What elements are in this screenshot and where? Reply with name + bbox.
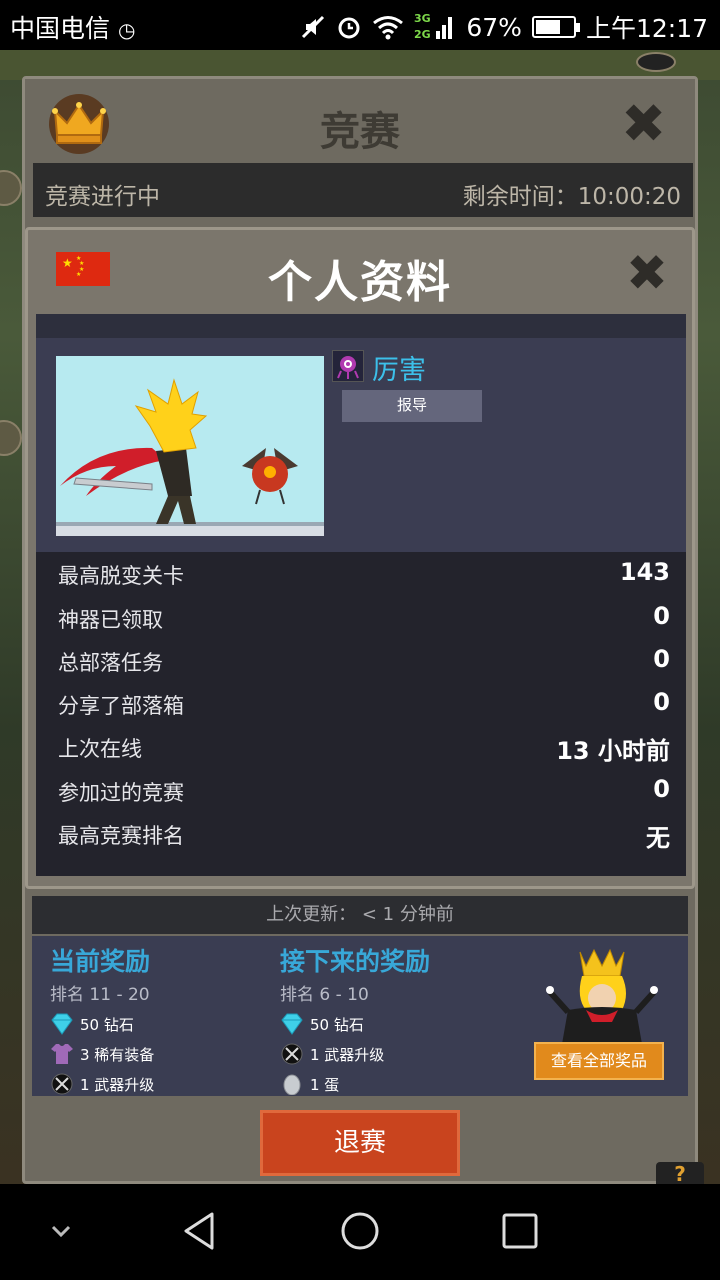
status-bar-right: 3G 2G 67% 上午12:17 <box>300 9 708 45</box>
competition-title: 竞赛 <box>320 109 400 155</box>
background-round-button <box>636 52 676 72</box>
battery-icon <box>531 16 580 38</box>
current-rewards: 当前奖励 排名 11 - 20 50 钻石 3 稀有装备 1 武器升级 <box>50 942 154 1095</box>
alarm-clock-small-icon: ◷ <box>117 18 136 42</box>
stat-value: 0 <box>653 645 670 673</box>
profile-content: 厉害 报导 最高脱变关卡 143 神器已领取 0 总部落任务 0 分享了部落箱 0 上次在线 13… <box>36 314 686 876</box>
diamond-icon <box>50 1013 74 1035</box>
profile-header-area: 厉害 报导 <box>36 338 686 552</box>
stat-value: 143 <box>619 558 670 586</box>
weapon-upgrade-icon <box>50 1073 74 1095</box>
reward-item: 1 蛋 <box>280 1073 430 1095</box>
profile-modal: ★ ★ ★ ★ ★ 个人资料 ✖ 厉害 报导 最高脱变关卡 143 神器已领取 … <box>25 227 695 889</box>
player-portrait <box>56 356 324 536</box>
help-button[interactable]: ? <box>656 1162 704 1186</box>
reward-item: 3 稀有装备 <box>50 1043 154 1065</box>
stat-row: 上次在线 13 小时前 <box>58 727 670 767</box>
reward-item: 50 钻石 <box>280 1013 430 1035</box>
battery-fill <box>535 20 561 34</box>
stat-value: 0 <box>653 688 670 716</box>
hide-keyboard-chevron-icon[interactable] <box>36 1206 86 1256</box>
competition-status-bar: 竞赛进行中 剩余时间：10:00:20 <box>33 163 693 217</box>
rewards-panel: 当前奖励 排名 11 - 20 50 钻石 3 稀有装备 1 武器升级 接下来的奖励… <box>32 936 688 1096</box>
reward-item-text: 3 稀有装备 <box>80 1045 155 1064</box>
reward-item-text: 50 钻石 <box>310 1015 364 1034</box>
back-icon[interactable] <box>176 1206 226 1256</box>
last-update-text: 上次更新： < 1 分钟前 <box>32 896 688 934</box>
current-rewards-title: 当前奖励 <box>50 947 151 976</box>
mascot-king-icon <box>546 948 658 1044</box>
stat-row: 最高脱变关卡 143 <box>58 554 670 594</box>
next-rewards-title: 接下来的奖励 <box>280 947 431 976</box>
current-rewards-items: 50 钻石 3 稀有装备 1 武器升级 <box>50 1013 154 1095</box>
profile-close-icon[interactable]: ✖ <box>626 248 668 298</box>
current-rewards-rank: 排名 11 - 20 <box>50 985 150 1005</box>
signal-icon: 3G 2G <box>414 12 453 41</box>
reward-item: 1 武器升级 <box>50 1073 154 1095</box>
reward-item: 1 武器升级 <box>280 1043 430 1065</box>
svg-text:2G: 2G <box>414 28 431 41</box>
remaining-time-label: 剩余时间： <box>462 184 578 210</box>
weapon-upgrade-icon <box>280 1043 304 1065</box>
carrier-label: 中国电信 <box>10 14 111 43</box>
stat-row: 分享了部落箱 0 <box>58 684 670 724</box>
stat-label: 最高竞赛排名 <box>58 824 184 848</box>
competition-status-label: 竞赛进行中 <box>45 184 160 210</box>
reward-item: 50 钻石 <box>50 1013 154 1035</box>
wifi-icon <box>373 16 404 40</box>
stat-label: 最高脱变关卡 <box>58 564 184 588</box>
status-bar-left: 中国电信 ◷ <box>10 9 135 45</box>
stat-value: 0 <box>653 775 670 803</box>
stat-row: 总部落任务 0 <box>58 641 670 681</box>
player-avatar-icon <box>332 350 364 382</box>
report-button[interactable]: 报导 <box>342 390 482 422</box>
svg-text:3G: 3G <box>414 12 431 25</box>
recent-apps-icon[interactable] <box>495 1206 545 1256</box>
quit-competition-button[interactable]: 退赛 <box>260 1110 460 1176</box>
stat-row: 参加过的竞赛 0 <box>58 771 670 811</box>
profile-top-strip <box>36 314 686 338</box>
battery-percent: 67% <box>466 12 522 42</box>
stat-value: 0 <box>653 602 670 630</box>
stat-label: 神器已领取 <box>58 608 163 632</box>
alarm-icon <box>338 17 360 39</box>
competition-header: 竞赛 ✖ <box>25 79 695 161</box>
next-rewards: 接下来的奖励 排名 6 - 10 50 钻石 1 武器升级 1 蛋 <box>280 942 430 1095</box>
reward-item-text: 1 蛋 <box>310 1075 340 1094</box>
hero-illustration <box>56 378 324 536</box>
clock-time: 上午12:17 <box>585 14 708 43</box>
reward-item-text: 1 武器升级 <box>310 1045 385 1064</box>
home-icon[interactable] <box>335 1206 385 1256</box>
stat-label: 参加过的竞赛 <box>58 781 184 805</box>
next-rewards-rank: 排名 6 - 10 <box>280 985 369 1005</box>
profile-title: 个人资料 <box>268 257 452 308</box>
next-rewards-items: 50 钻石 1 武器升级 1 蛋 <box>280 1013 430 1095</box>
stat-label: 上次在线 <box>58 737 142 761</box>
stat-label: 总部落任务 <box>58 651 163 675</box>
remaining-time: 剩余时间：10:00:20 <box>463 177 681 211</box>
stat-label: 分享了部落箱 <box>58 694 184 718</box>
stat-value: 无 <box>646 824 670 852</box>
mute-icon <box>302 15 325 39</box>
navigation-bar <box>0 1184 720 1280</box>
view-all-rewards-button[interactable]: 查看全部奖品 <box>534 1042 664 1080</box>
stat-row: 神器已领取 0 <box>58 598 670 638</box>
competition-close-icon[interactable]: ✖ <box>621 97 666 151</box>
remaining-time-value: 10:00:20 <box>577 184 681 210</box>
reward-item-text: 1 武器升级 <box>80 1075 155 1094</box>
reward-item-text: 50 钻石 <box>80 1015 134 1034</box>
stat-value: 13 小时前 <box>556 737 670 765</box>
diamond-icon <box>280 1013 304 1035</box>
player-name: 厉害 <box>372 355 426 386</box>
shirt-icon <box>50 1043 74 1065</box>
status-bar: 中国电信 ◷ 3G 2G 67% 上午12:17 <box>0 0 720 50</box>
stat-row: 最高竞赛排名 无 <box>58 814 670 854</box>
egg-icon <box>280 1073 304 1095</box>
